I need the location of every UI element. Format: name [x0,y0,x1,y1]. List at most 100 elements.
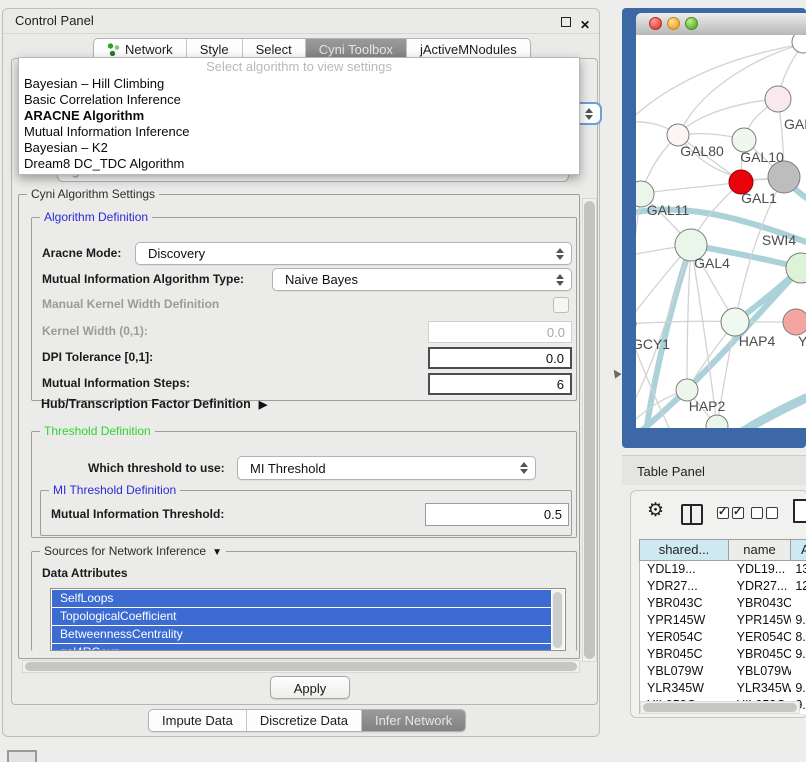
table-cell: YDL19... [730,561,792,578]
mi-threshold-group-title: MI Threshold Definition [49,483,180,497]
table-cell: YDR27... [730,578,792,595]
table-cell: 9. [791,612,806,629]
table-cell: YBL079W [640,663,730,680]
algorithm-option[interactable]: ARACNE Algorithm [19,108,579,124]
select-all-icon[interactable] [717,507,744,519]
network-node-hap4[interactable] [721,308,749,336]
algorithm-option[interactable]: Basic Correlation Inference [19,92,579,108]
algorithm-option[interactable]: Bayesian – Hill Climbing [19,76,579,92]
data-attributes-list[interactable]: SelfLoopsTopologicalCoefficientBetweenne… [50,588,566,651]
node-label-gal: GAL [784,116,806,132]
gear-icon[interactable]: ⚙ [647,501,664,520]
cp-bottom-tab-bar: Impute DataDiscretize DataInfer Network [148,709,466,732]
hub-section-toggle[interactable]: Hub/Transcription Factor Definition ▶ [41,393,267,417]
minimized-panel-stub[interactable] [7,750,37,762]
algorithm-option[interactable]: Bayesian – K2 [19,140,579,156]
network-icon [107,43,120,56]
kernel-width-field[interactable] [428,321,572,343]
table-cell: YBR045C [640,646,730,663]
sources-group: Sources for Network Inference▼ Data Attr… [31,551,577,651]
sources-group-title[interactable]: Sources for Network Inference▼ [40,544,226,558]
column-header-name[interactable]: name [729,539,791,561]
table-body: YDL19...YDL19...13YDR27...YDR27...12YBR0… [639,561,806,714]
close-icon[interactable]: ✕ [580,13,590,37]
attribute-item[interactable]: BetweennessCentrality [52,626,551,643]
aracne-mode-select[interactable]: Discovery [135,242,572,265]
table-cell: YER054C [730,629,792,646]
table-horizontal-scrollbar[interactable] [640,701,800,714]
manual-kernel-checkbox[interactable] [553,297,569,313]
tab-label: Network [125,42,173,57]
bottom-tab-impute-data[interactable]: Impute Data [149,710,247,731]
table-row[interactable]: YDR27...YDR27...12 [640,578,806,595]
hub-section-label: Hub/Transcription Factor Definition [41,397,251,411]
dpi-tolerance-field[interactable] [428,347,572,369]
table-row[interactable]: YBR045CYBR045C9. [640,646,806,663]
node-label-y: Y [798,333,806,349]
table-panel-header: Table Panel [622,455,806,485]
cyni-algorithm-settings-title: Cyni Algorithm Settings [27,187,159,201]
network-node[interactable] [768,161,800,193]
float-window-icon[interactable] [561,17,571,27]
node-label-gal1: GAL1 [741,190,777,206]
screen: Control Panel ✕ NetworkStyleSelectCyni T… [0,0,806,762]
table-panel-box: ⚙ shared...nameA YDL19...YDL19...13YDR27… [630,490,806,718]
column-header-a[interactable]: A [791,539,806,561]
cyni-algorithm-settings-group: Cyni Algorithm Settings Algorithm Defini… [18,194,580,659]
table-cell: 12 [791,578,806,595]
algorithm-option[interactable]: Dream8 DC_TDC Algorithm [19,156,579,172]
apply-button[interactable]: Apply [270,676,350,699]
mouse-cursor [610,367,621,378]
settings-horizontal-scrollbar[interactable] [22,660,580,673]
table-row[interactable]: YBL079WYBL079W [640,663,806,680]
network-node-gal[interactable] [765,86,791,112]
data-attributes-label: Data Attributes [42,562,128,585]
table-cell: YLR345W [640,680,730,697]
table-cell: 9. [791,680,806,697]
which-threshold-select[interactable]: MI Threshold [237,456,536,480]
dpi-tolerance-label: DPI Tolerance [0,1]: [42,346,153,369]
mi-threshold-field[interactable] [425,503,569,526]
kernel-width-label: Kernel Width (0,1): [42,320,148,343]
table-row[interactable]: YER054CYER054C8. [640,629,806,646]
table-row[interactable]: YBR043CYBR043C [640,595,806,612]
mi-type-label: Mutual Information Algorithm Type: [42,268,244,291]
table-cell: YDL19... [640,561,730,578]
table-cell: YBR043C [730,595,792,612]
threshold-definition-group: Threshold Definition Which threshold to … [31,431,577,538]
mi-steps-field[interactable] [428,373,572,395]
bottom-tab-discretize-data[interactable]: Discretize Data [247,710,362,731]
attribute-item[interactable]: SelfLoops [52,590,551,607]
attribute-item[interactable]: gal4RGexp [52,644,551,651]
mi-type-select[interactable]: Naive Bayes [272,268,572,291]
network-node[interactable] [792,35,806,53]
split-columns-icon[interactable] [681,504,703,525]
network-canvas[interactable]: GALGAL80GAL10GAL1GAL11GAL4SWI4HAP4YGCY1H… [636,35,806,428]
table-cell: 13 [791,561,806,578]
settings-vertical-scrollbar[interactable] [582,198,597,662]
attributes-scrollbar[interactable] [552,590,564,649]
attribute-item[interactable]: TopologicalCoefficient [52,608,551,625]
table-cell: YPR145W [640,612,730,629]
spinner-arrows-icon [555,274,564,286]
page-icon[interactable] [793,499,806,523]
table-cell [791,595,806,612]
bottom-tab-infer-network[interactable]: Infer Network [362,710,465,731]
column-header-shared-[interactable]: shared... [639,539,729,561]
node-label-hap4: HAP4 [739,333,776,349]
table-header-row: shared...nameA [639,539,806,561]
close-traffic-light[interactable] [649,17,662,30]
table-cell: 8. [791,629,806,646]
zoom-traffic-light[interactable] [685,17,698,30]
network-node-y[interactable] [783,309,806,335]
table-cell: 9. [791,646,806,663]
table-row[interactable]: YPR145WYPR145W9. [640,612,806,629]
table-row[interactable]: YDL19...YDL19...13 [640,561,806,578]
node-label-gal11: GAL11 [647,202,690,218]
table-row[interactable]: YLR345WYLR345W9. [640,680,806,697]
minimize-traffic-light[interactable] [667,17,680,30]
tab-label: Style [200,42,229,57]
algorithm-option[interactable]: Mutual Information Inference [19,124,579,140]
chevron-right-icon: ▶ [259,399,267,411]
deselect-all-icon[interactable] [751,507,778,519]
